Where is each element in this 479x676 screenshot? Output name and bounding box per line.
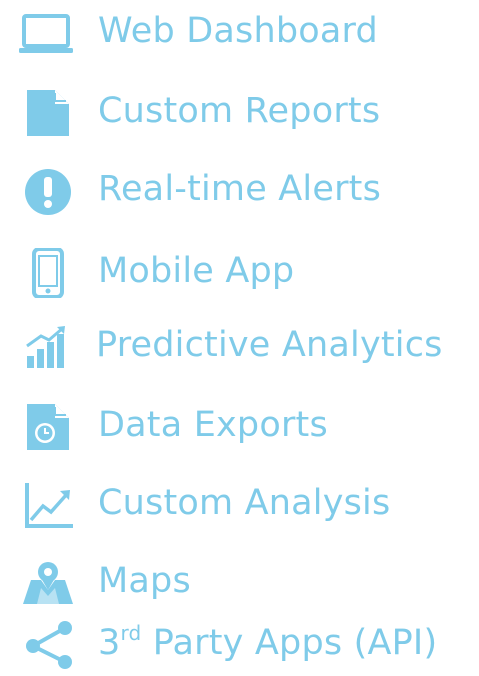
feature-item-predictive-analytics: Predictive Analytics — [0, 314, 479, 378]
feature-label: Data Exports — [98, 405, 328, 445]
feature-label: 3rd Party Apps (API) — [98, 620, 437, 666]
feature-label: Custom Reports — [98, 91, 381, 131]
feature-label: Predictive Analytics — [96, 325, 443, 365]
feature-item-custom-reports: Custom Reports — [0, 80, 479, 144]
feature-label: Mobile App — [98, 251, 295, 291]
feature-label-prefix: 3 — [98, 623, 121, 663]
feature-item-real-time-alerts: Real-time Alerts — [0, 158, 479, 222]
feature-label-suffix: Party Apps (API) — [141, 623, 438, 663]
map-pin-icon — [19, 558, 77, 608]
share-icon — [19, 620, 77, 670]
alert-icon — [19, 166, 77, 216]
feature-item-maps: Maps — [0, 550, 479, 614]
feature-label: Maps — [98, 561, 191, 601]
feature-list: Web Dashboard Custom Reports Real-time A… — [0, 0, 479, 669]
document-icon — [19, 88, 77, 138]
feature-item-data-exports: Data Exports — [0, 394, 479, 458]
mobile-phone-icon — [19, 248, 77, 298]
signal-bars-icon — [17, 322, 75, 372]
clock-document-icon — [19, 402, 77, 452]
feature-item-web-dashboard: Web Dashboard — [0, 0, 479, 64]
feature-item-custom-analysis: Custom Analysis — [0, 472, 479, 536]
laptop-icon — [17, 8, 75, 58]
trend-chart-icon — [19, 480, 77, 530]
feature-label: Real-time Alerts — [98, 169, 382, 209]
feature-item-third-party-apps: 3rd Party Apps (API) — [0, 612, 479, 676]
feature-label: Custom Analysis — [98, 483, 391, 523]
feature-label-superscript: rd — [120, 621, 142, 645]
feature-label: Web Dashboard — [98, 11, 378, 51]
feature-item-mobile-app: Mobile App — [0, 240, 479, 304]
